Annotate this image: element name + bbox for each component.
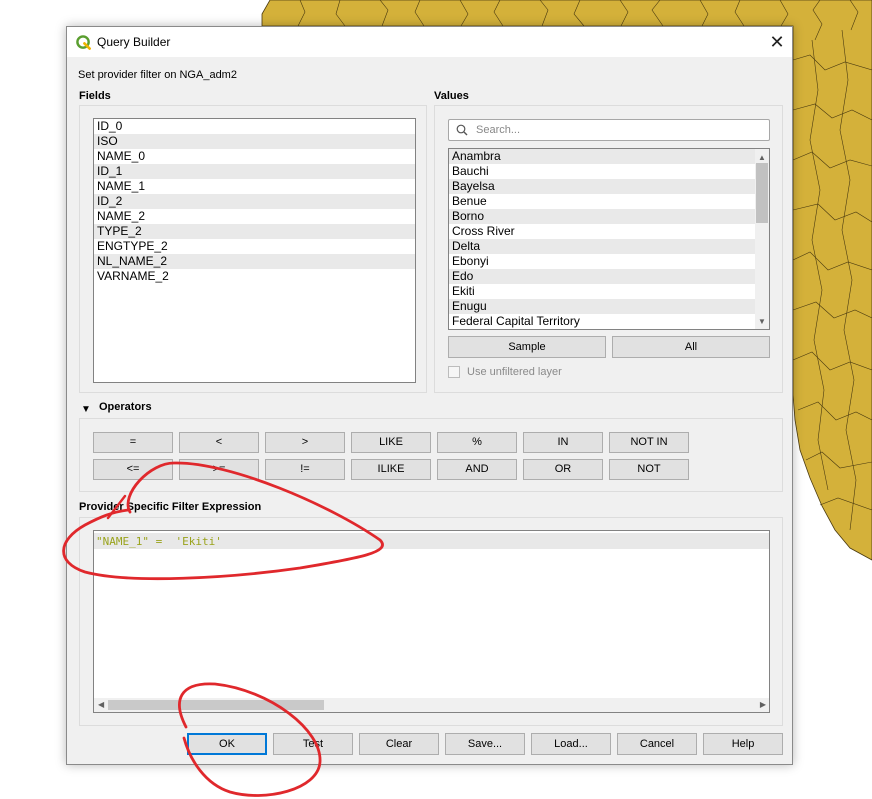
red-annotation-marks — [62, 461, 384, 797]
